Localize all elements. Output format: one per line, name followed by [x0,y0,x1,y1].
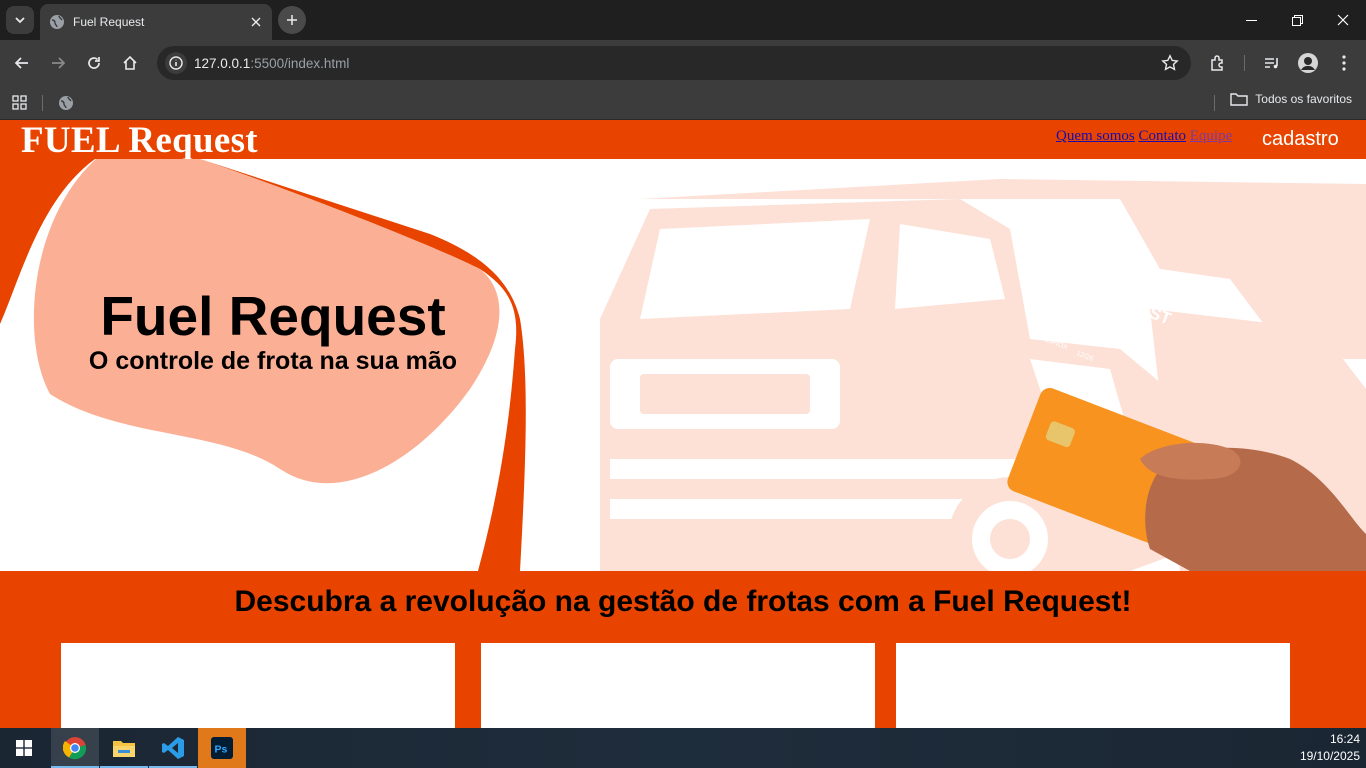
site-logo[interactable]: FUEL Request [21,120,258,162]
tab-fuel-request[interactable]: Fuel Request [40,4,272,40]
globe-bookmark-icon[interactable] [58,95,74,116]
nav-link-contato[interactable]: Contato [1139,128,1187,144]
all-favorites-button[interactable]: Todos os favoritos [1230,92,1352,106]
bookmarks-divider [42,95,43,111]
taskbar-photoshop[interactable]: Ps [198,728,246,768]
taskbar-chrome[interactable] [51,728,99,768]
start-button[interactable] [0,728,48,768]
media-control-button[interactable] [1258,49,1286,77]
chrome-icon [63,737,87,760]
new-tab-button[interactable] [278,6,306,34]
site-info-icon[interactable] [165,52,187,74]
svg-text:Ps: Ps [215,744,228,756]
section-title: Descubra a revolução na gestão de frotas… [234,585,1132,618]
url-host: 127.0.0.1 [194,55,251,71]
restore-icon [1291,14,1303,26]
taskbar: Ps 16:24 19/10/2025 [0,728,1366,768]
site-header: FUEL Request Quem somos Contato Equipe c… [0,120,1366,162]
taskbar-file-explorer[interactable] [100,728,148,768]
site-nav: Quem somos Contato Equipe [1056,128,1232,145]
minimize-button[interactable] [1228,0,1274,40]
cadastro-link[interactable]: cadastro [1262,128,1339,151]
restore-button[interactable] [1274,0,1320,40]
extensions-button[interactable] [1204,49,1232,77]
hero-subtitle: O controle de frota na sua mão [88,347,458,375]
folder-icon [1230,93,1248,106]
more-vertical-icon [1342,55,1346,71]
tab-title: Fuel Request [73,15,145,29]
bookmark-star-icon[interactable] [1161,54,1179,77]
browser-toolbar: 127.0.0.1:5500/index.html [0,40,1366,86]
bookmarks-divider-right [1214,95,1215,111]
hero-title: Fuel Request [100,285,446,347]
profile-button[interactable] [1294,49,1322,77]
nav-link-equipe[interactable]: Equipe [1190,128,1233,144]
hero-text-block: Fuel Request O controle de frota na sua … [60,287,486,378]
clock-date: 19/10/2025 [1299,749,1360,763]
feature-card [61,643,455,728]
close-window-button[interactable] [1320,0,1366,40]
taskbar-vscode[interactable] [149,728,197,768]
menu-button[interactable] [1330,49,1358,77]
minimize-icon [1245,19,1257,21]
plus-icon [287,15,297,25]
toolbar-divider [1244,55,1245,71]
close-icon [1337,14,1349,26]
file-explorer-icon [113,741,135,757]
arrow-right-icon [52,57,66,69]
tab-search-button[interactable] [6,6,34,34]
apps-grid-icon[interactable] [12,95,27,115]
forward-button[interactable] [44,49,72,77]
reload-button[interactable] [80,49,108,77]
web-page: FUEL Request Quem somos Contato Equipe c… [0,120,1366,728]
nav-link-quem-somos[interactable]: Quem somos [1056,128,1135,144]
photoshop-icon: Ps [211,737,233,759]
windows-icon [16,740,32,756]
clock-time: 16:24 [1329,732,1360,746]
tab-strip: Fuel Request [0,0,1366,40]
feature-card [481,643,875,728]
back-button[interactable] [8,49,36,77]
address-bar[interactable]: 127.0.0.1:5500/index.html [157,46,1191,80]
all-favorites-label: Todos os favoritos [1255,92,1352,106]
hero-banner: FUEL REQUEST 5432 1098 1654 3210 NALIPIO… [0,159,1366,571]
feature-card [896,643,1290,728]
home-icon [123,55,137,70]
close-tab-icon[interactable] [248,14,264,30]
chevron-down-icon [15,16,25,23]
features-section: Descubra a revolução na gestão de frotas… [0,571,1366,728]
vscode-icon [162,737,184,759]
puzzle-icon [1211,55,1223,71]
globe-icon [50,15,64,29]
avatar [1298,53,1318,73]
url-path: :5500/index.html [250,55,350,71]
queue-music-icon [1265,58,1278,69]
system-clock[interactable]: 16:24 19/10/2025 [1300,731,1360,765]
reload-icon [88,57,100,69]
arrow-left-icon [14,57,28,69]
home-button[interactable] [116,49,144,77]
bookmarks-bar: Todos os favoritos [0,86,1366,120]
